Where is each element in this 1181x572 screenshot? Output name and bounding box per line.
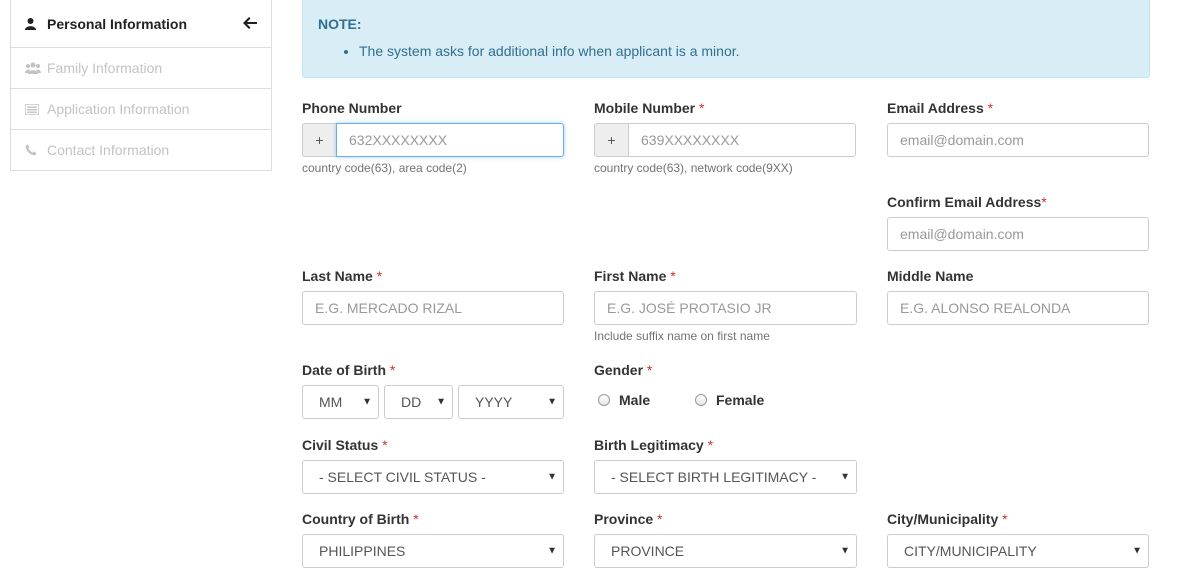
chevron-down-icon: ▼ — [436, 396, 446, 408]
civil-status-select[interactable]: - SELECT CIVIL STATUS - ▼ — [302, 460, 564, 494]
city-municipality-select[interactable]: CITY/MUNICIPALITY ▼ — [887, 534, 1149, 568]
mobile-number-input[interactable]: 639XXXXXXXX — [628, 123, 856, 157]
phone-icon — [25, 144, 43, 156]
radio-circle-icon — [695, 394, 707, 406]
city-municipality-label: City/Municipality * — [887, 511, 1008, 527]
note-alert: NOTE: The system asks for additional inf… — [302, 0, 1150, 78]
phone-number-help: country code(63), area code(2) — [302, 161, 467, 175]
note-list: The system asks for additional info when… — [318, 42, 1134, 60]
mobile-number-label: Mobile Number * — [594, 100, 705, 116]
confirm-email-input[interactable]: email@domain.com — [887, 217, 1149, 251]
gender-female-radio[interactable]: Female — [695, 392, 764, 408]
radio-circle-icon — [598, 394, 610, 406]
sidebar-item-family-information[interactable]: Family Information — [11, 47, 271, 88]
phone-number-label: Phone Number — [302, 100, 402, 116]
sidebar-nav: Personal Information Family Information … — [10, 0, 272, 171]
country-of-birth-label: Country of Birth * — [302, 511, 419, 527]
chevron-down-icon: ▼ — [840, 471, 850, 483]
chevron-down-icon: ▼ — [547, 545, 557, 557]
birth-legitimacy-select[interactable]: - SELECT BIRTH LEGITIMACY - ▼ — [594, 460, 857, 494]
first-name-label: First Name * — [594, 268, 676, 284]
chevron-down-icon: ▼ — [362, 396, 372, 408]
gender-male-radio[interactable]: Male — [598, 392, 650, 408]
dob-month-select[interactable]: MM ▼ — [302, 385, 379, 419]
note-title: NOTE: — [318, 16, 362, 32]
country-of-birth-select[interactable]: PHILIPPINES ▼ — [302, 534, 564, 568]
province-select[interactable]: PROVINCE ▼ — [594, 534, 857, 568]
date-of-birth-label: Date of Birth * — [302, 362, 396, 378]
first-name-help: Include suffix name on first name — [594, 329, 770, 343]
phone-number-input[interactable]: 632XXXXXXXX — [336, 123, 564, 157]
dob-day-select[interactable]: DD ▼ — [384, 385, 453, 419]
chevron-down-icon: ▼ — [1132, 545, 1142, 557]
first-name-input[interactable]: E.G. JOSÉ PROTASIO JR — [594, 291, 857, 325]
list-icon — [25, 103, 43, 115]
sidebar-item-application-information[interactable]: Application Information — [11, 88, 271, 129]
sidebar-item-label: Application Information — [47, 101, 190, 117]
email-address-input[interactable]: email@domain.com — [887, 123, 1149, 157]
last-name-label: Last Name * — [302, 268, 383, 284]
sidebar-item-label: Personal Information — [47, 15, 188, 32]
users-icon — [25, 62, 43, 74]
middle-name-input[interactable]: E.G. ALONSO REALONDA — [887, 291, 1149, 325]
phone-prefix-addon: + — [302, 123, 336, 157]
last-name-input[interactable]: E.G. MERCADO RIZAL — [302, 291, 564, 325]
sidebar-item-contact-information[interactable]: Contact Information — [11, 129, 271, 170]
birth-legitimacy-label: Birth Legitimacy * — [594, 437, 714, 453]
sidebar-item-label: Family Information — [47, 60, 163, 76]
mobile-number-help: country code(63), network code(9XX) — [594, 161, 793, 175]
dob-year-select[interactable]: YYYY ▼ — [458, 385, 564, 419]
note-item: The system asks for additional info when… — [359, 42, 1134, 60]
email-address-label: Email Address * — [887, 100, 994, 116]
province-label: Province * — [594, 511, 663, 527]
sidebar-item-label: Contact Information — [47, 142, 170, 158]
user-icon — [25, 17, 43, 30]
arrow-left-icon — [243, 16, 257, 32]
chevron-down-icon: ▼ — [547, 471, 557, 483]
confirm-email-label: Confirm Email Address* — [887, 194, 1047, 210]
civil-status-label: Civil Status * — [302, 437, 388, 453]
chevron-down-icon: ▼ — [840, 545, 850, 557]
sidebar-item-personal-information[interactable]: Personal Information — [11, 0, 271, 47]
middle-name-label: Middle Name — [887, 268, 974, 284]
gender-label: Gender * — [594, 362, 653, 378]
chevron-down-icon: ▼ — [547, 396, 557, 408]
mobile-prefix-addon: + — [594, 123, 628, 157]
